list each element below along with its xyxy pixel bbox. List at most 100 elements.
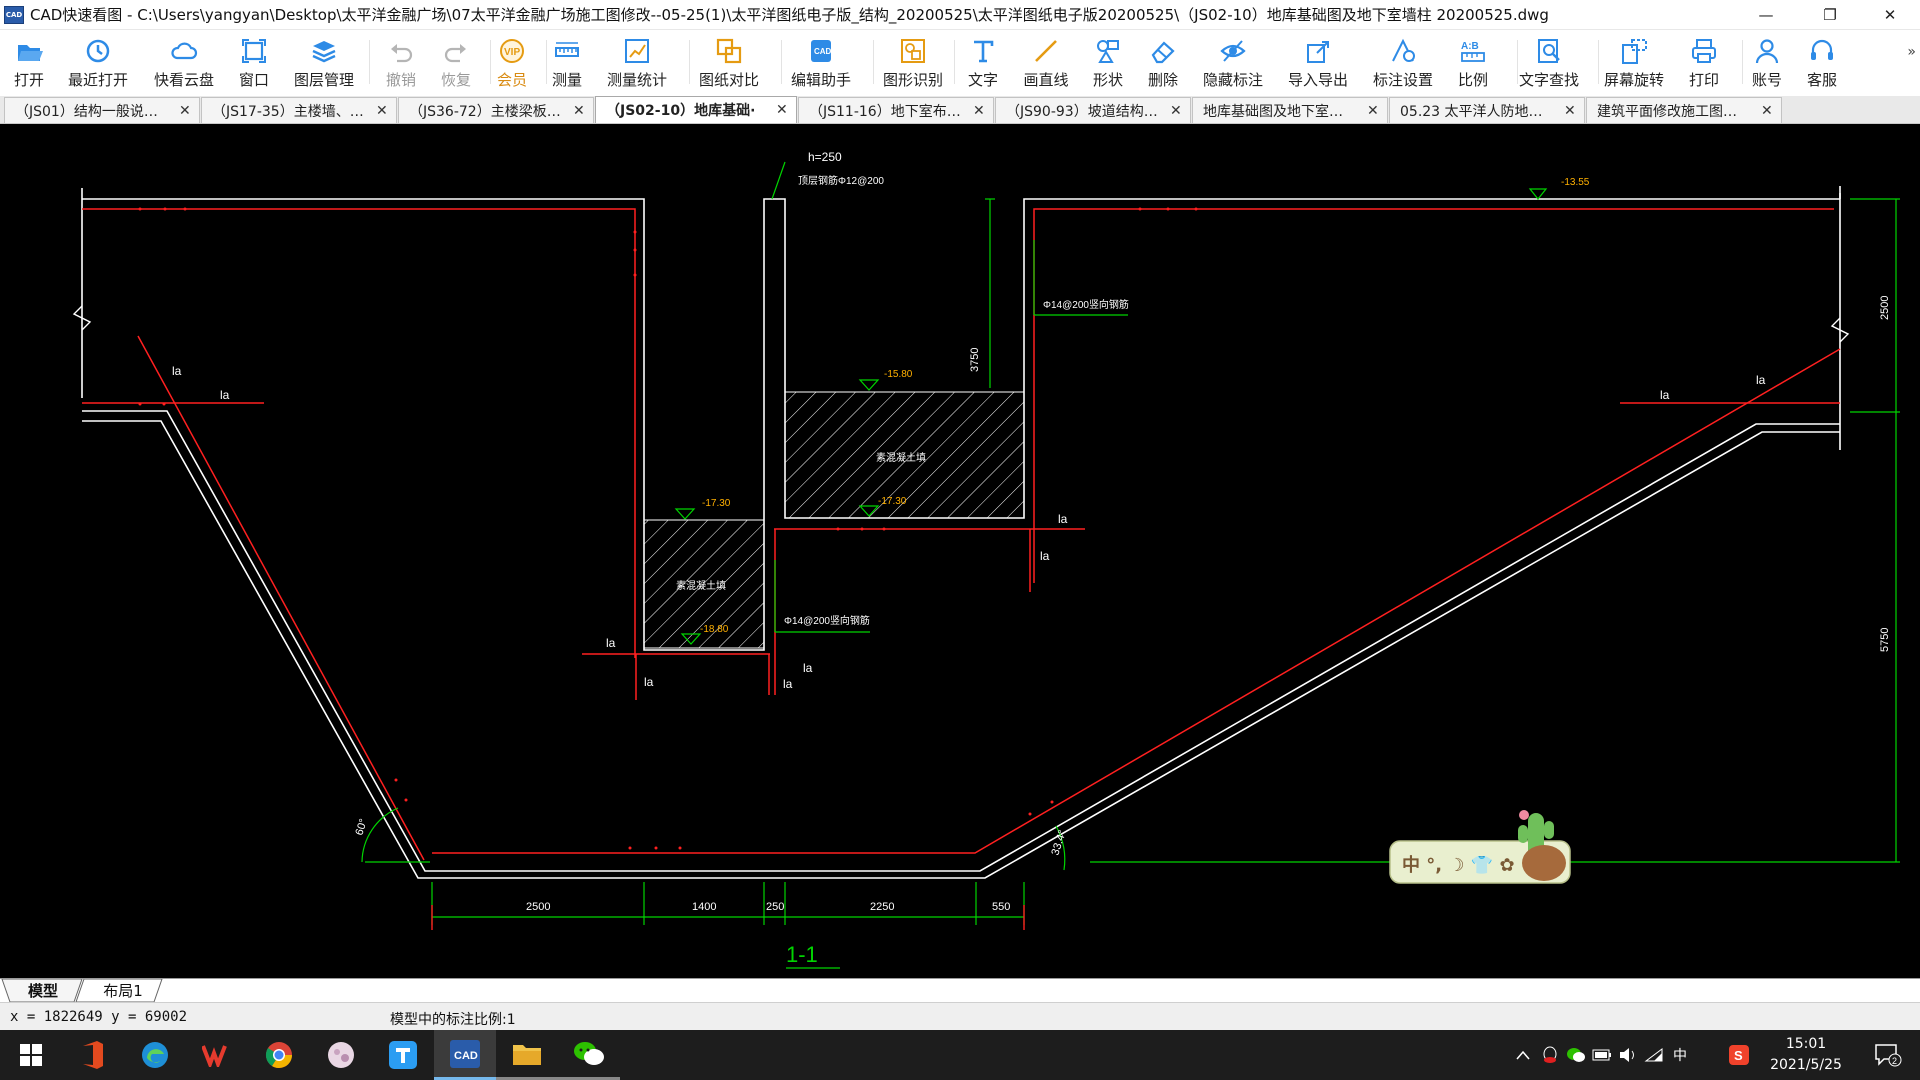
tab-close-icon[interactable]: ✕ bbox=[1564, 103, 1576, 119]
tab-close-icon[interactable]: ✕ bbox=[376, 103, 388, 119]
toolbar-label: 图形识别 bbox=[882, 71, 943, 89]
toolbar-button-hide-eye[interactable]: 隐藏标注 bbox=[1193, 30, 1273, 90]
toolbar-label: 打开 bbox=[13, 71, 44, 89]
drawing-canvas[interactable]: h=250 顶层钢筋Φ12@200 Φ14@200竖向钢筋 Φ14@200竖向钢… bbox=[0, 124, 1920, 978]
taskbar-clock[interactable]: 15:01 2021/5/25 bbox=[1764, 1034, 1848, 1076]
text-icon bbox=[967, 36, 999, 66]
toolbar-button-compare[interactable]: 图纸对比 bbox=[689, 30, 769, 90]
layout-tab-layout1[interactable]: 布局1 bbox=[88, 979, 158, 1002]
toolbar-button-headset[interactable]: 客服 bbox=[1782, 30, 1862, 90]
toolbar-button-rotate-screen[interactable]: 屏幕旋转 bbox=[1594, 30, 1674, 90]
toolbar-button-layers[interactable]: 图层管理 bbox=[284, 30, 364, 90]
rebar-top-right bbox=[1033, 208, 1834, 583]
photo-icon[interactable] bbox=[310, 1030, 372, 1080]
tab-close-icon[interactable]: ✕ bbox=[573, 103, 585, 119]
office-icon[interactable] bbox=[62, 1030, 124, 1080]
file-explorer-icon[interactable] bbox=[496, 1030, 558, 1080]
toolbar-separator bbox=[546, 40, 547, 84]
tray-wechat-icon[interactable] bbox=[1564, 1030, 1588, 1080]
hide-eye-icon bbox=[1217, 36, 1249, 66]
bottom-dim-250: 250 bbox=[766, 901, 784, 913]
document-tab[interactable]: 05.23 太平洋人防地… ✕ bbox=[1389, 97, 1585, 123]
folder-open-icon bbox=[13, 36, 45, 66]
redo-icon bbox=[440, 36, 472, 66]
ruler-icon bbox=[551, 36, 583, 66]
ime-floating-widget[interactable]: 中 °, ☽ 👕 ✿ bbox=[1388, 803, 1572, 885]
toolbar-button-edit-assistant[interactable]: CAD 编辑助手 bbox=[781, 30, 861, 90]
tab-label: （JS02-10）地库基础· bbox=[606, 103, 756, 119]
edge-icon[interactable] bbox=[124, 1030, 186, 1080]
tab-close-icon[interactable]: ✕ bbox=[1367, 103, 1379, 119]
document-tab[interactable]: （JS11-16）地下室布… ✕ bbox=[798, 97, 994, 123]
tray-network-icon[interactable] bbox=[1642, 1030, 1666, 1080]
wall-rebar-right-label: Φ14@200竖向钢筋 bbox=[1043, 298, 1129, 311]
toolbar-separator bbox=[369, 40, 370, 84]
tab-label: （JS90-93）坡道结构… bbox=[1006, 103, 1158, 120]
annotation-settings-icon bbox=[1387, 36, 1419, 66]
windows-taskbar: CAD 中 S 15:01 2021/5/25 2 bbox=[0, 1030, 1920, 1080]
tray-volume-icon[interactable] bbox=[1616, 1030, 1640, 1080]
elev-left-bottom-label: -18.80 bbox=[700, 624, 729, 635]
tab-close-icon[interactable]: ✕ bbox=[1761, 103, 1773, 119]
toolbar-button-cloud[interactable]: 快看云盘 bbox=[144, 30, 224, 90]
toolbar-button-ruler[interactable]: 测量 bbox=[527, 30, 607, 90]
toolbar-button-annotation-settings[interactable]: 标注设置 bbox=[1363, 30, 1443, 90]
close-button[interactable]: ✕ bbox=[1860, 0, 1920, 30]
toolbar-button-measure-stats[interactable]: 测量统计 bbox=[597, 30, 677, 90]
top-rebar-leader bbox=[771, 161, 786, 200]
la-label-1: la bbox=[172, 364, 182, 378]
tab-close-icon[interactable]: ✕ bbox=[973, 103, 985, 119]
toolbar-button-window[interactable]: 窗口 bbox=[214, 30, 294, 90]
la-label-2: la bbox=[220, 388, 230, 402]
elev-top-label: -13.55 bbox=[1561, 177, 1590, 188]
document-tab[interactable]: （JS02-10）地库基础· ✕ bbox=[595, 96, 797, 123]
bottom-dim-550: 550 bbox=[992, 901, 1010, 913]
document-tab[interactable]: 建筑平面修改施工图… ✕ bbox=[1586, 97, 1782, 123]
toolbar-more-chevron-icon[interactable]: » bbox=[1907, 44, 1916, 60]
toolbar-button-text-search[interactable]: 文字查找 bbox=[1509, 30, 1589, 90]
dim-2500-v-label: 2500 bbox=[1879, 296, 1891, 320]
import-export-icon bbox=[1302, 36, 1334, 66]
svg-text:CAD: CAD bbox=[454, 1050, 478, 1062]
tab-label: （JS11-16）地下室布… bbox=[809, 103, 961, 120]
document-tab[interactable]: 地库基础图及地下室… ✕ bbox=[1192, 97, 1388, 123]
start-windows-icon[interactable] bbox=[0, 1030, 62, 1080]
toolbar-button-shape-recognize[interactable]: 图形识别 bbox=[873, 30, 953, 90]
tray-expand-chevron-icon[interactable] bbox=[1512, 1030, 1534, 1080]
tab-close-icon[interactable]: ✕ bbox=[179, 103, 191, 119]
toolbar-button-recent-clock[interactable]: 最近打开 bbox=[58, 30, 138, 90]
cad-viewer-icon[interactable]: CAD bbox=[434, 1030, 496, 1080]
tray-qq-icon[interactable] bbox=[1538, 1030, 1562, 1080]
tray-ime-label[interactable]: 中 bbox=[1668, 1030, 1692, 1080]
toolbar-label: 隐藏标注 bbox=[1202, 71, 1263, 89]
toolbar-button-import-export[interactable]: 导入导出 bbox=[1278, 30, 1358, 90]
toolbar-label: 删除 bbox=[1147, 71, 1178, 89]
la-label-7: la bbox=[1058, 512, 1068, 526]
cad-section-drawing[interactable]: h=250 顶层钢筋Φ12@200 Φ14@200竖向钢筋 Φ14@200竖向钢… bbox=[0, 124, 1920, 978]
toolbar-label: 标注设置 bbox=[1372, 71, 1433, 89]
layout-tab-model[interactable]: 模型 bbox=[10, 979, 76, 1002]
toolbar-button-eraser[interactable]: 删除 bbox=[1123, 30, 1203, 90]
document-tab[interactable]: （JS01）结构一般说… ✕ bbox=[4, 97, 200, 123]
tab-close-icon[interactable]: ✕ bbox=[1170, 103, 1182, 119]
maximize-button[interactable]: ❐ bbox=[1800, 0, 1860, 30]
wps-icon[interactable] bbox=[186, 1030, 248, 1080]
compare-icon bbox=[713, 36, 745, 66]
tab-label: 地库基础图及地下室… bbox=[1203, 103, 1343, 120]
tray-battery-icon[interactable] bbox=[1590, 1030, 1614, 1080]
chrome-icon[interactable] bbox=[248, 1030, 310, 1080]
document-tab[interactable]: （JS90-93）坡道结构… ✕ bbox=[995, 97, 1191, 123]
tab-close-icon[interactable]: ✕ bbox=[776, 102, 788, 118]
notification-center-icon[interactable]: 2 bbox=[1866, 1030, 1910, 1080]
document-tab[interactable]: （JS17-35）主楼墙、… ✕ bbox=[201, 97, 397, 123]
toolbar-button-scale[interactable]: A:B 比例 bbox=[1433, 30, 1513, 90]
document-tab[interactable]: （JS36-72）主楼梁板… ✕ bbox=[398, 97, 594, 123]
toolbar-label: 比例 bbox=[1457, 71, 1488, 89]
minimize-button[interactable]: — bbox=[1736, 0, 1796, 30]
tencent-docs-icon[interactable] bbox=[372, 1030, 434, 1080]
wechat-icon[interactable] bbox=[558, 1030, 620, 1080]
rebar-lines bbox=[82, 208, 1841, 861]
la-label-6: la bbox=[803, 661, 813, 675]
tray-sogou-icon[interactable]: S bbox=[1726, 1030, 1752, 1080]
toolbar-label: 导入导出 bbox=[1287, 71, 1348, 89]
